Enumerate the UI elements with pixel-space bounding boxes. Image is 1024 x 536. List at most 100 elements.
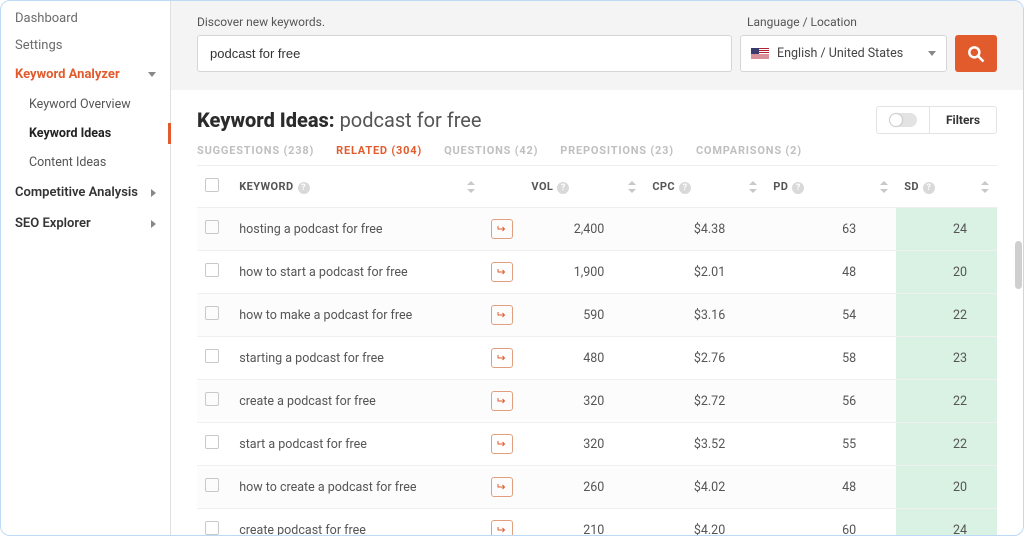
table-row: how to start a podcast for free1,900$2.0… bbox=[197, 251, 997, 294]
cell-vol: 210 bbox=[523, 509, 644, 536]
sort-icon bbox=[880, 181, 888, 193]
table-row: how to make a podcast for free590$3.1654… bbox=[197, 294, 997, 337]
cell-vol: 590 bbox=[523, 294, 644, 337]
nav-keyword-analyzer[interactable]: Keyword Analyzer bbox=[1, 59, 170, 90]
filters-toggle[interactable] bbox=[889, 113, 917, 127]
row-checkbox[interactable] bbox=[205, 435, 219, 449]
tab-questions[interactable]: QUESTIONS (42) bbox=[444, 144, 538, 157]
main: Discover new keywords. Language / Locati… bbox=[171, 1, 1023, 535]
return-icon bbox=[495, 223, 509, 235]
cell-vol: 260 bbox=[523, 466, 644, 509]
table-row: create a podcast for free 320$2.725622 bbox=[197, 380, 997, 423]
sort-icon bbox=[981, 181, 989, 193]
scrollbar-thumb[interactable] bbox=[1015, 241, 1022, 289]
page-title: Keyword Ideas: podcast for free bbox=[197, 108, 482, 132]
table-row: how to create a podcast for free 260$4.02… bbox=[197, 466, 997, 509]
cell-pd: 60 bbox=[765, 509, 896, 536]
nav-keyword-overview[interactable]: Keyword Overview bbox=[1, 90, 170, 119]
sort-icon bbox=[467, 181, 475, 193]
nav-settings[interactable]: Settings bbox=[1, 32, 170, 59]
cell-keyword: how to create a podcast for free bbox=[231, 466, 483, 509]
cell-keyword: create a podcast for free bbox=[231, 380, 483, 423]
cell-pd: 48 bbox=[765, 466, 896, 509]
cell-cpc: $2.72 bbox=[644, 380, 765, 423]
row-checkbox[interactable] bbox=[205, 220, 219, 234]
col-cpc[interactable]: CPC? bbox=[644, 166, 765, 208]
table-row: start a podcast for free320$3.525522 bbox=[197, 423, 997, 466]
cell-pd: 54 bbox=[765, 294, 896, 337]
expand-button[interactable] bbox=[491, 520, 513, 536]
return-icon bbox=[495, 481, 509, 493]
help-icon: ? bbox=[298, 182, 310, 194]
table-row: create podcast for free210$4.206024 bbox=[197, 509, 997, 536]
cell-cpc: $2.01 bbox=[644, 251, 765, 294]
expand-button[interactable] bbox=[491, 219, 513, 239]
cell-pd: 58 bbox=[765, 337, 896, 380]
col-vol[interactable]: VOL? bbox=[523, 166, 644, 208]
chevron-down-icon bbox=[928, 51, 936, 56]
col-pd[interactable]: PD? bbox=[765, 166, 896, 208]
sort-icon bbox=[628, 181, 636, 193]
keyword-search-input[interactable] bbox=[197, 35, 732, 72]
cell-sd: 23 bbox=[896, 337, 997, 380]
return-icon bbox=[495, 524, 509, 536]
expand-button[interactable] bbox=[491, 305, 513, 325]
search-button[interactable] bbox=[955, 35, 997, 72]
expand-button[interactable] bbox=[491, 262, 513, 282]
cell-pd: 56 bbox=[765, 380, 896, 423]
cell-sd: 22 bbox=[896, 423, 997, 466]
tab-suggestions[interactable]: SUGGESTIONS (238) bbox=[197, 144, 314, 157]
cell-vol: 480 bbox=[523, 337, 644, 380]
row-checkbox[interactable] bbox=[205, 349, 219, 363]
chevron-down-icon bbox=[148, 72, 156, 77]
language-value: English / United States bbox=[777, 46, 920, 61]
nav-content-ideas[interactable]: Content Ideas bbox=[1, 148, 170, 177]
expand-button[interactable] bbox=[491, 477, 513, 497]
cell-vol: 1,900 bbox=[523, 251, 644, 294]
tab-related[interactable]: RELATED (304) bbox=[336, 144, 422, 157]
return-icon bbox=[495, 266, 509, 278]
col-keyword[interactable]: KEYWORD? bbox=[231, 166, 483, 208]
keyword-table: KEYWORD? VOL? CPC? PD? SD? hosting a pod… bbox=[197, 166, 997, 536]
cell-vol: 320 bbox=[523, 423, 644, 466]
expand-button[interactable] bbox=[491, 391, 513, 411]
nav-keyword-ideas[interactable]: Keyword Ideas bbox=[1, 119, 170, 148]
help-icon: ? bbox=[923, 182, 935, 194]
tab-comparisons[interactable]: COMPARISONS (2) bbox=[696, 144, 802, 157]
expand-button[interactable] bbox=[491, 348, 513, 368]
row-checkbox[interactable] bbox=[205, 263, 219, 277]
expand-button[interactable] bbox=[491, 434, 513, 454]
language-select[interactable]: English / United States bbox=[740, 35, 947, 72]
nav-competitive-analysis[interactable]: Competitive Analysis bbox=[1, 177, 170, 208]
row-checkbox[interactable] bbox=[205, 306, 219, 320]
return-icon bbox=[495, 352, 509, 364]
sort-icon bbox=[749, 181, 757, 193]
return-icon bbox=[495, 438, 509, 450]
chevron-right-icon bbox=[151, 220, 156, 228]
cell-cpc: $4.20 bbox=[644, 509, 765, 536]
nav-dashboard[interactable]: Dashboard bbox=[1, 5, 170, 32]
tab-prepositions[interactable]: PREPOSITIONS (23) bbox=[560, 144, 674, 157]
discover-label: Discover new keywords. bbox=[197, 15, 325, 29]
cell-sd: 20 bbox=[896, 251, 997, 294]
col-sd[interactable]: SD? bbox=[896, 166, 997, 208]
filters-button[interactable]: Filters bbox=[930, 107, 996, 133]
search-icon bbox=[966, 44, 986, 64]
nav-label: Competitive Analysis bbox=[15, 185, 138, 200]
select-all-checkbox[interactable] bbox=[205, 178, 219, 192]
cell-cpc: $4.02 bbox=[644, 466, 765, 509]
help-icon: ? bbox=[792, 182, 804, 194]
cell-sd: 22 bbox=[896, 380, 997, 423]
nav-label: Dashboard bbox=[15, 11, 78, 26]
row-checkbox[interactable] bbox=[205, 392, 219, 406]
tabs: SUGGESTIONS (238) RELATED (304) QUESTION… bbox=[197, 144, 997, 166]
row-checkbox[interactable] bbox=[205, 478, 219, 492]
cell-keyword: create podcast for free bbox=[231, 509, 483, 536]
nav-seo-explorer[interactable]: SEO Explorer bbox=[1, 208, 170, 239]
row-checkbox[interactable] bbox=[205, 521, 219, 535]
cell-vol: 320 bbox=[523, 380, 644, 423]
cell-keyword: start a podcast for free bbox=[231, 423, 483, 466]
search-bar: Discover new keywords. Language / Locati… bbox=[171, 1, 1023, 90]
cell-cpc: $3.52 bbox=[644, 423, 765, 466]
help-icon: ? bbox=[557, 182, 569, 194]
